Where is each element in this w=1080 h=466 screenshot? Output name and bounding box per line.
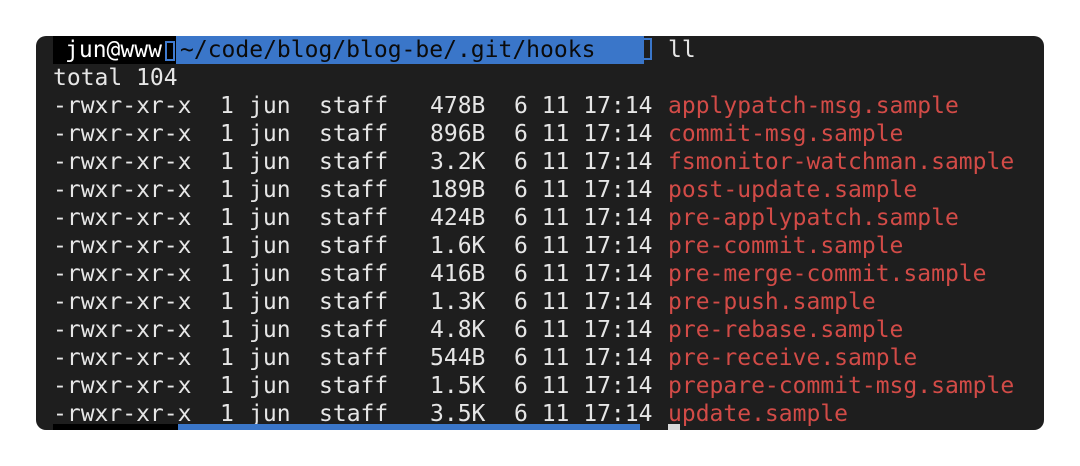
- file-date: 6 11 17:14: [514, 149, 653, 175]
- file-date: 6 11 17:14: [514, 345, 653, 371]
- file-owner: jun: [249, 177, 291, 203]
- file-list-row: -rwxr-xr-x 1 jun staff 4.8K 6 11 17:14 pre-reb…: [53, 316, 1043, 344]
- file-permissions: -rwxr-xr-x: [53, 289, 192, 315]
- file-owner: jun: [249, 345, 291, 371]
- file-size: 189B: [430, 177, 486, 203]
- file-name: pre-rebase.sample: [668, 317, 904, 343]
- file-permissions: -rwxr-xr-x: [53, 317, 192, 343]
- file-permissions: -rwxr-xr-x: [53, 93, 192, 119]
- file-link-count: 1: [220, 121, 234, 147]
- powerline-arrow-icon: [640, 38, 652, 60]
- file-group: staff: [319, 317, 389, 343]
- file-list-row: -rwxr-xr-x 1 jun staff 544B 6 11 17:14 pre-rec…: [53, 344, 1043, 372]
- file-size: 1.5K: [430, 373, 486, 399]
- file-owner: jun: [249, 205, 291, 231]
- file-owner: jun: [249, 289, 291, 315]
- file-date: 6 11 17:14: [514, 317, 653, 343]
- file-name: pre-applypatch.sample: [668, 205, 959, 231]
- next-prompt-user-segment: [53, 424, 178, 430]
- prompt-path: ~/code/blog/blog-be/.git/hooks: [176, 36, 644, 64]
- file-name: pre-commit.sample: [668, 233, 904, 259]
- file-size: 424B: [430, 205, 486, 231]
- file-link-count: 1: [220, 317, 234, 343]
- file-link-count: 1: [220, 149, 234, 175]
- file-group: staff: [319, 289, 389, 315]
- file-group: staff: [319, 93, 389, 119]
- file-owner: jun: [249, 261, 291, 287]
- file-link-count: 1: [220, 93, 234, 119]
- file-group: staff: [319, 261, 389, 287]
- cursor[interactable]: [668, 424, 680, 430]
- file-group: staff: [319, 149, 389, 175]
- file-group: staff: [319, 121, 389, 147]
- file-owner: jun: [249, 233, 291, 259]
- file-permissions: -rwxr-xr-x: [53, 177, 192, 203]
- file-group: staff: [319, 205, 389, 231]
- file-size: 544B: [430, 345, 486, 371]
- file-group: staff: [319, 177, 389, 203]
- file-group: staff: [319, 373, 389, 399]
- file-link-count: 1: [220, 233, 234, 259]
- file-owner: jun: [249, 373, 291, 399]
- file-permissions: -rwxr-xr-x: [53, 121, 192, 147]
- file-list-row: -rwxr-xr-x 1 jun staff 189B 6 11 17:14 post-up…: [53, 176, 1043, 204]
- file-list-row: -rwxr-xr-x 1 jun staff 424B 6 11 17:14 pre-app…: [53, 204, 1043, 232]
- file-name: pre-receive.sample: [668, 345, 918, 371]
- command-text: ll: [668, 37, 696, 63]
- file-size: 1.3K: [430, 289, 486, 315]
- file-group: staff: [319, 345, 389, 371]
- file-date: 6 11 17:14: [514, 233, 653, 259]
- powerline-arrow-icon: [164, 40, 175, 61]
- file-permissions: -rwxr-xr-x: [53, 149, 192, 175]
- file-name: post-update.sample: [668, 177, 918, 203]
- file-owner: jun: [249, 149, 291, 175]
- file-link-count: 1: [220, 373, 234, 399]
- file-name: commit-msg.sample: [668, 121, 904, 147]
- file-permissions: -rwxr-xr-x: [53, 261, 192, 287]
- file-owner: jun: [249, 93, 291, 119]
- file-permissions: -rwxr-xr-x: [53, 205, 192, 231]
- file-size: 1.6K: [430, 233, 486, 259]
- file-list-row: -rwxr-xr-x 1 jun staff 896B 6 11 17:14 commit-…: [53, 120, 1043, 148]
- file-date: 6 11 17:14: [514, 121, 653, 147]
- file-link-count: 1: [220, 289, 234, 315]
- file-permissions: -rwxr-xr-x: [53, 345, 192, 371]
- file-name: applypatch-msg.sample: [668, 93, 959, 119]
- file-size: 416B: [430, 261, 486, 287]
- file-date: 6 11 17:14: [514, 261, 653, 287]
- file-link-count: 1: [220, 177, 234, 203]
- file-name: fsmonitor-watchman.sample: [668, 149, 1015, 175]
- file-date: 6 11 17:14: [514, 289, 653, 315]
- file-size: 896B: [430, 121, 486, 147]
- file-size: 4.8K: [430, 317, 486, 343]
- file-link-count: 1: [220, 345, 234, 371]
- file-group: staff: [319, 233, 389, 259]
- file-owner: jun: [249, 317, 291, 343]
- next-prompt-path-segment: [178, 424, 640, 430]
- file-name: update.sample: [668, 401, 849, 427]
- file-list-row: -rwxr-xr-x 1 jun staff 3.2K 6 11 17:14 fsmonit…: [53, 148, 1043, 176]
- file-date: 6 11 17:14: [514, 177, 653, 203]
- file-date: 6 11 17:14: [514, 93, 653, 119]
- terminal-window[interactable]: jun@www ~/code/blog/blog-be/.git/hooks l…: [36, 36, 1044, 430]
- file-name: prepare-commit-msg.sample: [668, 373, 1015, 399]
- file-permissions: -rwxr-xr-x: [53, 233, 192, 259]
- file-link-count: 1: [220, 205, 234, 231]
- file-owner: jun: [249, 121, 291, 147]
- file-name: pre-push.sample: [668, 289, 876, 315]
- prompt-user-host: jun@www: [53, 36, 185, 64]
- file-list-row: -rwxr-xr-x 1 jun staff 416B 6 11 17:14 pre-mer…: [53, 260, 1043, 288]
- file-link-count: 1: [220, 261, 234, 287]
- file-name: pre-merge-commit.sample: [668, 261, 987, 287]
- file-list-row: -rwxr-xr-x 1 jun staff 478B 6 11 17:14 applypa…: [53, 92, 1043, 120]
- file-list-row: -rwxr-xr-x 1 jun staff 1.6K 6 11 17:14 pre-com…: [53, 232, 1043, 260]
- file-date: 6 11 17:14: [514, 373, 653, 399]
- file-list-row: -rwxr-xr-x 1 jun staff 1.5K 6 11 17:14 prepare…: [53, 372, 1043, 400]
- total-line: total 104: [53, 65, 178, 91]
- file-list-row: -rwxr-xr-x 1 jun staff 1.3K 6 11 17:14 pre-pus…: [53, 288, 1043, 316]
- file-size: 478B: [430, 93, 486, 119]
- file-size: 3.2K: [430, 149, 486, 175]
- file-date: 6 11 17:14: [514, 205, 653, 231]
- file-permissions: -rwxr-xr-x: [53, 373, 192, 399]
